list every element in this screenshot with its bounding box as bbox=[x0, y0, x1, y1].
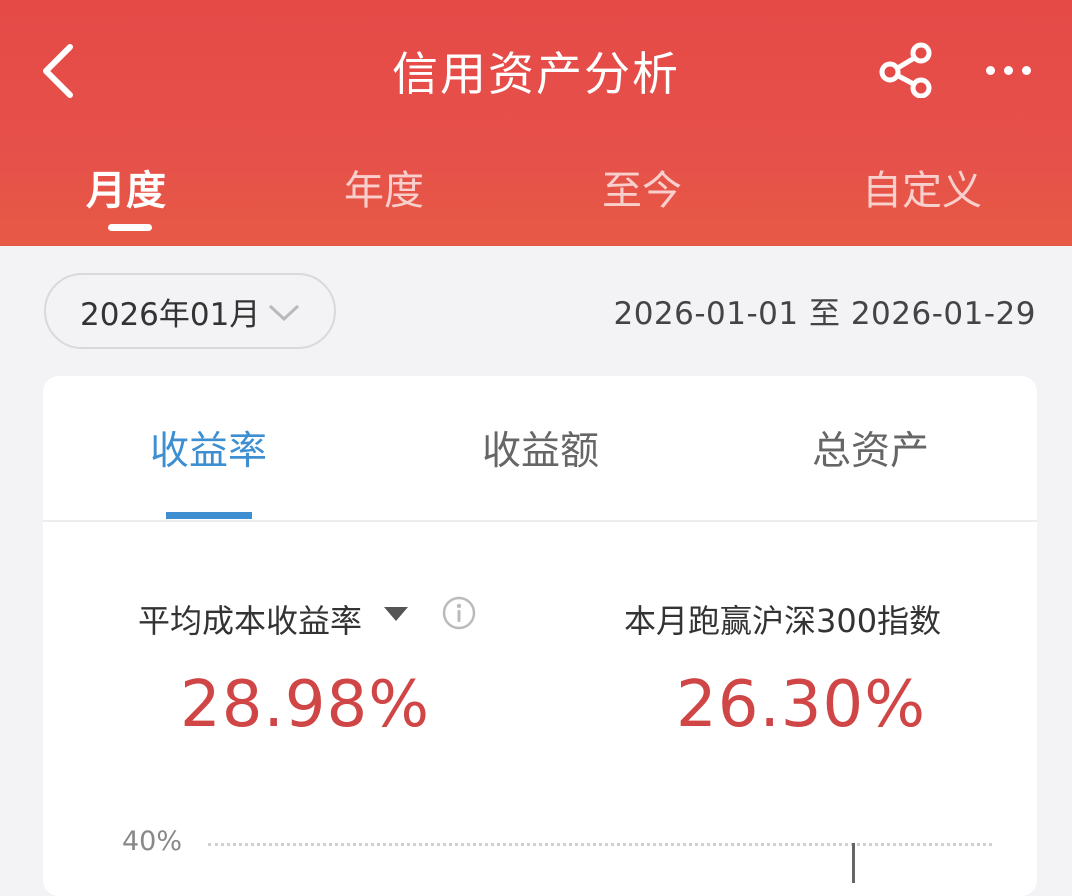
excess-return-value: 26.30% bbox=[676, 668, 927, 742]
month-selector-label: 2026年01月 bbox=[80, 296, 261, 333]
return-rate-label: 平均成本收益率 bbox=[138, 602, 363, 640]
period-tab-indicator bbox=[108, 224, 152, 231]
divider bbox=[43, 520, 1037, 522]
share-button[interactable] bbox=[872, 38, 942, 102]
app-header: 信用资产分析 月度 年度 至今 自定义 bbox=[0, 0, 1072, 246]
more-dots-icon bbox=[985, 65, 995, 75]
tab-to-date[interactable]: 至今 bbox=[602, 158, 682, 218]
info-icon bbox=[442, 596, 476, 630]
share-icon bbox=[879, 42, 932, 98]
month-selector[interactable]: 2026年01月 bbox=[44, 273, 336, 349]
metric-tab-indicator bbox=[166, 512, 252, 519]
chart-cursor-line[interactable] bbox=[852, 843, 855, 883]
more-dot bbox=[1003, 65, 1013, 75]
more-dot bbox=[1021, 65, 1031, 75]
caret-down-icon bbox=[384, 607, 408, 621]
return-type-dropdown[interactable] bbox=[382, 605, 410, 627]
more-button[interactable] bbox=[972, 44, 1044, 96]
y-axis-tick-label: 40% bbox=[122, 826, 183, 857]
info-button[interactable] bbox=[442, 596, 476, 634]
excess-return-label: 本月跑赢沪深300指数 bbox=[624, 602, 942, 640]
chart-gridline bbox=[208, 843, 992, 846]
tab-return-rate[interactable]: 收益率 bbox=[150, 420, 267, 476]
tab-monthly[interactable]: 月度 bbox=[86, 158, 166, 218]
tab-total-assets[interactable]: 总资产 bbox=[812, 420, 929, 476]
chevron-down-icon bbox=[269, 304, 300, 322]
tab-return-amount[interactable]: 收益额 bbox=[482, 420, 599, 476]
tab-custom[interactable]: 自定义 bbox=[862, 158, 982, 218]
return-rate-value: 28.98% bbox=[180, 668, 431, 742]
tab-yearly[interactable]: 年度 bbox=[344, 158, 424, 218]
date-range-text: 2026-01-01 至 2026-01-29 bbox=[613, 296, 1036, 332]
